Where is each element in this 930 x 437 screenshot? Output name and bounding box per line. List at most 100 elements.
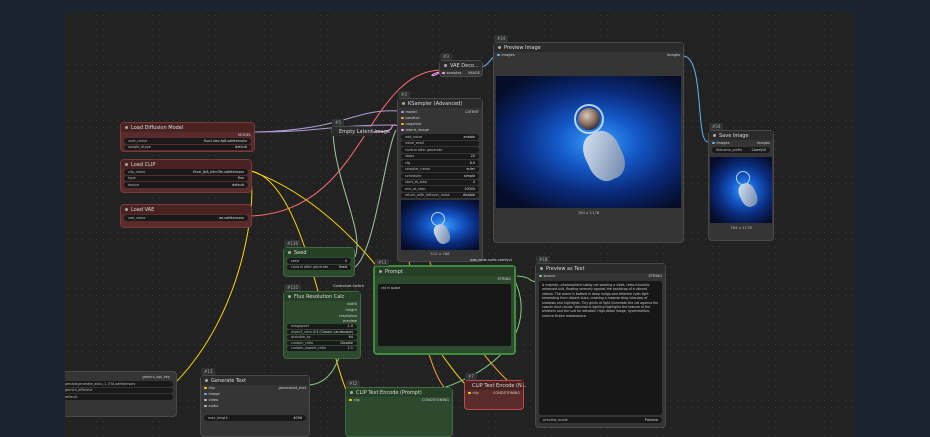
image-socket-icon[interactable] [497, 53, 500, 57]
input-label: clip [208, 386, 215, 390]
input-label: images [501, 53, 515, 57]
node-tag: #3 [440, 53, 452, 60]
load-vae-node[interactable]: Load VAE vae_name ae.safetensors [120, 204, 252, 228]
node-title: CLIP Text Encode (N... [465, 381, 527, 390]
unet-name-widget[interactable]: unet_name flux1-dev-fp8.safetensors [124, 138, 251, 144]
node-title: Generate Text [201, 376, 309, 385]
input-label: negative [405, 122, 422, 126]
save-image-node[interactable]: #24 Save Image images images filename_pre… [708, 123, 774, 241]
flux-resolution-calc-node[interactable]: #135 Flux Resolution Calc width height r… [283, 284, 361, 359]
custom-ratio-widget[interactable]: custom_ratio Disable [287, 340, 357, 345]
aspect-ratio-widget[interactable]: aspect_ratio 4:3 (Classic Landscape) [287, 329, 357, 334]
vae-name-widget[interactable]: vae_name ae.safetensors [124, 215, 248, 221]
node-tag: #11 [375, 259, 390, 266]
node-tag: #12 [346, 380, 361, 387]
string-socket-icon[interactable] [539, 274, 542, 278]
output-label: height [345, 308, 357, 312]
input-label: clip [353, 398, 360, 402]
weight-dtype-widget[interactable]: weight_dtype default [124, 144, 251, 150]
input-label: model [405, 110, 417, 114]
filename-prefix-widget[interactable]: filename_prefix ComfyUI [712, 147, 770, 153]
controlnet-switch-badge: Controlnet Switch [333, 284, 365, 288]
clip-text-encode-negative-node[interactable]: #7 CLIP Text Encode (N... clip CONDITIONI… [464, 373, 527, 410]
preview-image[interactable] [496, 76, 681, 208]
preview-as-text-node[interactable]: #18 Preview as Text source STRING A majes… [535, 256, 666, 428]
input-label: clip [472, 391, 479, 395]
node-tag: #5 [332, 119, 344, 126]
preview-textarea[interactable]: A majestic, photorealistic tabby cat wea… [539, 281, 662, 415]
control-after-generate-widget[interactable]: control after generate [401, 147, 479, 153]
clip-socket-icon[interactable] [204, 386, 207, 390]
load-clip-node[interactable]: Load CLIP clip_name t5xxl_fp8_e4m3fn.safe… [120, 159, 252, 193]
gemini-model-widget[interactable]: genaixigenerate_aistu_1_5?A.safetensors [65, 381, 173, 387]
clip-socket-icon[interactable] [349, 398, 352, 402]
wire-int-b [354, 129, 397, 268]
clip-type-widget[interactable]: type flux [124, 175, 248, 181]
prompt-textarea[interactable]: cat in space [378, 284, 511, 346]
output-label: STRING [648, 274, 662, 278]
scheduler-widget[interactable]: scheduler simple [401, 173, 479, 179]
node-title: Seed [284, 248, 354, 257]
gemini-config-node[interactable]: gemini_api_key genaixigenerate_aistu_1_5… [65, 371, 177, 417]
negative-socket-icon[interactable] [401, 122, 404, 126]
node-title: Empty Latent Image [332, 127, 390, 136]
positive-socket-icon[interactable] [401, 116, 404, 120]
video-socket-icon[interactable] [204, 398, 207, 402]
end-at-step-widget[interactable]: end_at_step 10000 [401, 186, 479, 192]
control-after-generate-widget[interactable]: control after generate fixed [287, 264, 351, 270]
clip-socket-icon[interactable] [468, 391, 471, 395]
latent-socket-icon[interactable] [401, 128, 404, 132]
audio-socket-icon[interactable] [204, 404, 207, 408]
wire-string-b [516, 275, 538, 283]
empty-latent-image-node[interactable]: #5 Empty Latent Image [331, 119, 390, 136]
return-leftover-noise-widget[interactable]: return_with_leftover_noise disable [401, 192, 479, 198]
preview-image-node[interactable]: #24 Preview Image images images 784 x 11… [493, 35, 684, 243]
gemini-default-widget[interactable]: default [65, 394, 173, 400]
node-canvas[interactable]: #3 VAE Deco... samples IMAGE #24 Preview… [65, 12, 855, 437]
node-tag: #24 [709, 123, 724, 130]
input-label: audio [208, 404, 219, 408]
ksampler-node[interactable]: #3 KSampler (Advanced) model LATENT posit… [397, 91, 483, 262]
image-socket-icon[interactable] [712, 141, 715, 145]
astronaut-body [735, 180, 761, 209]
megapixel-widget[interactable]: megapixel 1.0 [287, 324, 357, 329]
generate-text-node[interactable]: #13 Generate Text clip generated_text ima… [200, 368, 310, 437]
node-title: Load Diffusion Model [121, 123, 254, 132]
saved-image[interactable] [710, 156, 772, 223]
ksampler-preview[interactable] [401, 200, 479, 250]
node-title: Preview Image [494, 43, 683, 52]
seed-node[interactable]: #136 Seed seed 0 control after generate fi… [283, 240, 355, 277]
steps-widget[interactable]: steps 20 [401, 153, 479, 159]
prompt-node[interactable]: #11 Prompt STRING cat in space [373, 259, 516, 355]
clip-device-widget[interactable]: device default [124, 182, 248, 188]
latent-socket-icon[interactable] [442, 71, 445, 75]
noise-seed-widget[interactable]: noise_seed [401, 140, 479, 146]
model-socket-icon[interactable] [401, 110, 404, 114]
cfg-widget[interactable]: cfg 8.0 [401, 160, 479, 166]
node-title: Load VAE [121, 205, 251, 214]
output-label: preview [342, 319, 357, 323]
input-label: latent_image [405, 128, 430, 132]
node-tag: #7 [465, 373, 477, 380]
max-length-widget[interactable]: max_length 4096 [204, 415, 306, 421]
astronaut-body [577, 125, 631, 187]
sampler-name-widget[interactable]: sampler_name euler [401, 166, 479, 172]
add-noise-widget[interactable]: add_noise enable [401, 134, 479, 140]
seed-widget[interactable]: seed 0 [287, 258, 351, 264]
output-label: images [756, 141, 770, 145]
node-tag: #13 [201, 368, 216, 375]
clip-name-widget[interactable]: clip_name t5xxl_fp8_e4m3fn.safetensors [124, 169, 248, 175]
preview-mode-widget[interactable]: preview_mode Preview [539, 417, 662, 423]
image-socket-icon[interactable] [204, 392, 207, 396]
gemini-mode-widget[interactable]: gemini_efficient [65, 387, 173, 393]
node-title: Prompt [375, 267, 514, 276]
input-label: samples [446, 71, 462, 75]
astronaut-body [431, 221, 453, 247]
output-label: resolution [339, 314, 357, 318]
load-diffusion-model-node[interactable]: Load Diffusion Model MODEL unet_name flux… [120, 122, 255, 152]
vae-decode-node[interactable]: #3 VAE Deco... samples IMAGE [439, 53, 483, 77]
custom-aspect-ratio-widget[interactable]: custom_aspect_ratio 1:1 [287, 346, 357, 351]
clip-text-encode-prompt-node[interactable]: #12 CLIP Text Encode (Prompt) clip CONDIT… [345, 380, 453, 437]
divisible-by-widget[interactable]: divisible_by 64 [287, 335, 357, 340]
start-at-step-widget[interactable]: start_at_step 0 [401, 179, 479, 185]
